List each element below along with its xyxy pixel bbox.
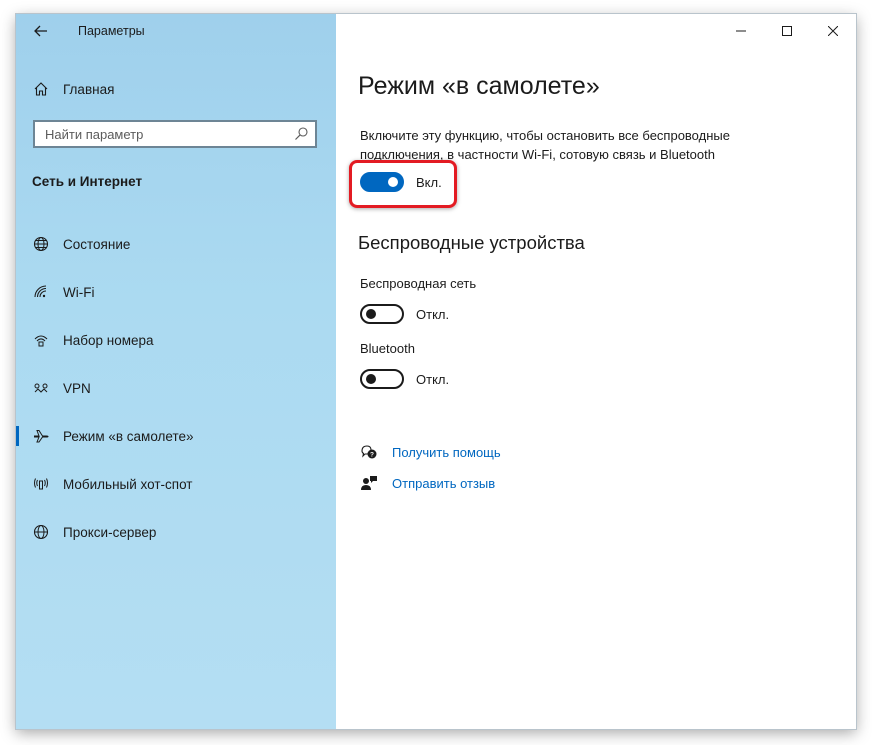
sidebar-item-vpn[interactable]: VPN: [16, 364, 336, 412]
wireless-devices-heading: Беспроводные устройства: [358, 232, 585, 253]
maximize-icon: [782, 26, 792, 36]
globe-icon: [32, 523, 50, 541]
hotspot-icon: [32, 475, 50, 493]
search-icon[interactable]: [293, 126, 309, 142]
wifi-state: Откл.: [416, 306, 450, 322]
section-title: Сеть и Интернет: [32, 174, 143, 189]
globe-status-icon: [32, 235, 50, 253]
sidebar-item-label: VPN: [63, 380, 91, 396]
toggle-knob: [366, 374, 376, 384]
title-bar: Параметры: [16, 14, 336, 50]
bluetooth-label: Bluetooth: [360, 341, 415, 356]
close-icon: [828, 26, 838, 36]
sidebar-item-home[interactable]: Главная: [16, 74, 336, 104]
sidebar-item-label: Wi-Fi: [63, 284, 95, 300]
send-feedback-link[interactable]: Отправить отзыв: [392, 476, 495, 491]
arrow-left-icon: [34, 25, 47, 37]
window-controls: [718, 14, 856, 48]
help-chat-icon: ?: [360, 443, 378, 461]
wifi-label: Беспроводная сеть: [360, 276, 477, 291]
bluetooth-toggle-row: Откл.: [360, 369, 449, 389]
sidebar-item-label: Режим «в самолете»: [63, 428, 194, 444]
bluetooth-toggle[interactable]: [360, 369, 404, 389]
airplane-mode-description: Включите эту функцию, чтобы остановить в…: [360, 128, 730, 162]
minimize-icon: [736, 30, 746, 32]
vpn-icon: [32, 379, 50, 397]
close-button[interactable]: [810, 14, 856, 48]
dialup-icon: [32, 331, 50, 349]
wifi-toggle-row: Откл.: [360, 304, 449, 324]
sidebar-item-label: Состояние: [63, 236, 131, 252]
settings-window: Параметры Главная Найти параметр Сеть и …: [16, 14, 856, 729]
sidebar-item-label: Главная: [63, 81, 115, 97]
bluetooth-state: Откл.: [416, 371, 450, 387]
svg-text:?: ?: [370, 452, 374, 459]
wifi-icon: [32, 283, 50, 301]
sidebar-item-dialup[interactable]: Набор номера: [16, 316, 336, 364]
sidebar-item-label: Мобильный хот-спот: [63, 476, 193, 492]
sidebar-item-label: Набор номера: [63, 332, 154, 348]
airplane-icon: [32, 427, 50, 445]
sidebar-item-label: Прокси-сервер: [63, 524, 157, 540]
sidebar-nav: Состояние Wi-Fi Набор номера VPN Режим «…: [16, 220, 336, 556]
wifi-toggle[interactable]: [360, 304, 404, 324]
app-title: Параметры: [78, 24, 145, 38]
home-icon: [32, 80, 50, 98]
sidebar-item-status[interactable]: Состояние: [16, 220, 336, 268]
search-input[interactable]: Найти параметр: [33, 120, 317, 148]
search-placeholder: Найти параметр: [45, 127, 144, 142]
sidebar: Параметры Главная Найти параметр Сеть и …: [16, 14, 336, 729]
toggle-knob: [366, 309, 376, 319]
page-title: Режим «в самолете»: [358, 72, 600, 100]
sidebar-item-proxy[interactable]: Прокси-сервер: [16, 508, 336, 556]
maximize-button[interactable]: [764, 14, 810, 48]
help-link-row[interactable]: ? Получить помощь: [360, 443, 501, 461]
main-panel: Режим «в самолете» Включите эту функцию,…: [336, 14, 856, 729]
sidebar-item-wifi[interactable]: Wi-Fi: [16, 268, 336, 316]
back-button[interactable]: [30, 20, 52, 42]
sidebar-item-airplane[interactable]: Режим «в самолете»: [16, 412, 336, 460]
minimize-button[interactable]: [718, 14, 764, 48]
sidebar-item-hotspot[interactable]: Мобильный хот-спот: [16, 460, 336, 508]
highlight-annotation: [349, 160, 457, 208]
feedback-icon: [360, 474, 378, 492]
get-help-link[interactable]: Получить помощь: [392, 445, 501, 460]
feedback-link-row[interactable]: Отправить отзыв: [360, 474, 495, 492]
